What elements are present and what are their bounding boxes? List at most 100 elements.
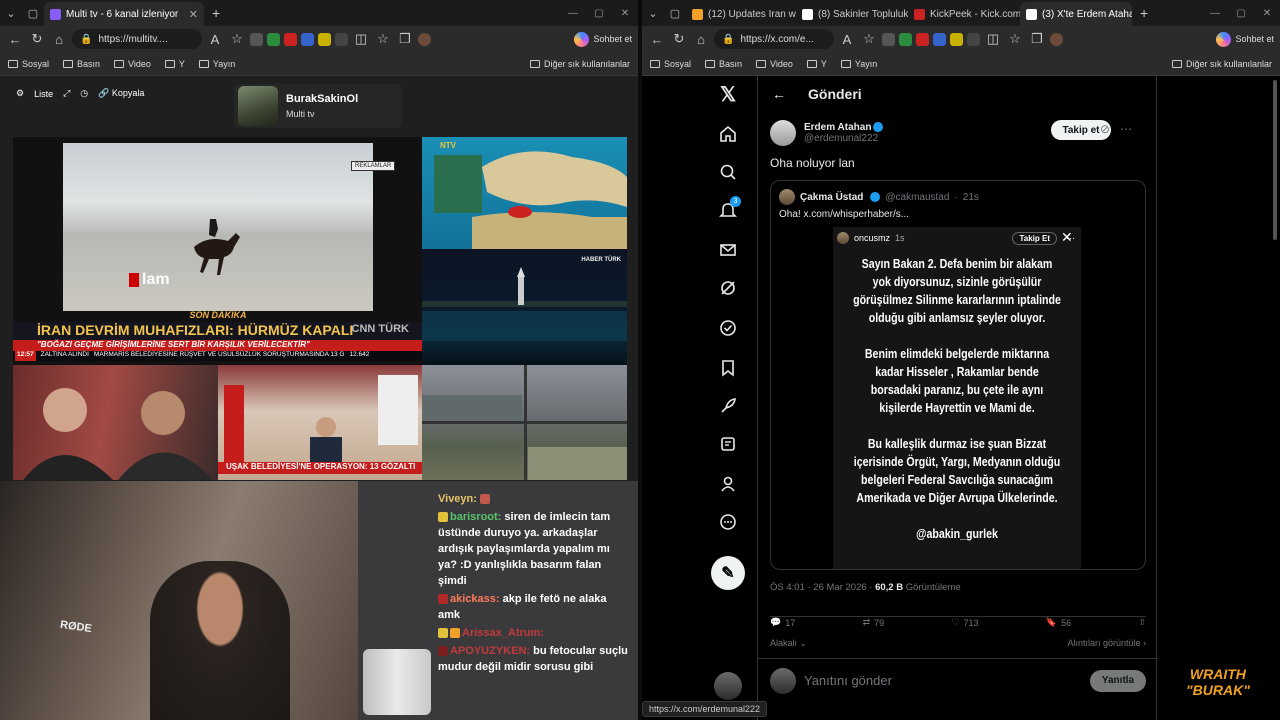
extension-icon[interactable] — [882, 32, 895, 46]
reply-input[interactable]: Yanıtını gönder — [804, 673, 1082, 688]
view-quotes-link[interactable]: Alıntıları görüntüle › — [1067, 638, 1146, 649]
bookmark-folder[interactable]: Video — [756, 59, 793, 69]
bookmark-folder[interactable]: Sosyal — [650, 59, 691, 69]
more-circle-icon[interactable] — [716, 510, 740, 534]
copy-button[interactable]: 🔗 Kopyala — [98, 88, 144, 99]
chat-username[interactable]: barisroot: — [450, 511, 501, 523]
close-window-icon[interactable]: ✕ — [612, 8, 638, 19]
workspaces-icon[interactable]: ▢ — [664, 0, 686, 26]
bookmark-folder[interactable]: Basın — [63, 59, 100, 69]
close-window-icon[interactable]: ✕ — [1254, 8, 1280, 19]
bookmark-folder[interactable]: Yayın — [840, 59, 877, 69]
video-tile-main[interactable]: REKLAMLAR lam SON DAKİKA İRAN DEVRİM MUH… — [13, 137, 423, 365]
bookmark-folder[interactable]: Video — [114, 59, 151, 69]
bookmark-folder[interactable]: Y — [164, 59, 185, 69]
split-screen-icon[interactable]: ◫ — [352, 31, 370, 47]
minimize-icon[interactable]: — — [1202, 8, 1228, 19]
tab-actions-icon[interactable]: ⌄ — [642, 0, 664, 26]
read-aloud-icon[interactable]: A — [206, 32, 224, 47]
video-tile-ntv[interactable]: NTV — [422, 137, 627, 249]
bookmark-folder[interactable]: Y — [806, 59, 827, 69]
tab-multitv[interactable]: Multi tv - 6 kanal izleniyor ✕ — [44, 2, 204, 26]
url-field[interactable]: 🔒 https://x.com/e... — [714, 29, 834, 49]
refresh-icon[interactable]: ↻ — [28, 31, 46, 47]
favorites-icon[interactable]: ☆ — [1006, 31, 1024, 47]
fullscreen-icon[interactable]: ⤢ — [63, 88, 70, 99]
profile-avatar[interactable] — [418, 32, 431, 46]
notifications-bell-icon[interactable]: 3 — [716, 196, 741, 222]
split-screen-icon[interactable]: ◫ — [984, 31, 1002, 47]
extension-icon[interactable] — [967, 32, 980, 46]
messages-envelope-icon[interactable] — [716, 238, 740, 262]
compose-post-button[interactable]: ✎ — [711, 556, 745, 590]
x-logo-icon[interactable]: 𝕏 — [716, 82, 740, 106]
list-button[interactable]: Liste — [34, 89, 53, 99]
favorite-star-icon[interactable]: ☆ — [860, 31, 878, 47]
premium-icon[interactable] — [716, 432, 740, 456]
read-aloud-icon[interactable]: A — [838, 32, 856, 47]
verified-orgs-icon[interactable] — [716, 316, 740, 340]
collections-icon[interactable]: ❒ — [396, 31, 414, 47]
bookmark-folder[interactable]: Basın — [705, 59, 742, 69]
extension-icon[interactable] — [301, 32, 314, 46]
tab-updates[interactable]: (12) Updates Iran wa✕ — [686, 2, 796, 26]
like-button[interactable]: ♡ 713 — [951, 617, 978, 628]
favorites-icon[interactable]: ☆ — [374, 31, 392, 47]
scrollbar[interactable] — [1270, 76, 1280, 246]
extension-icon[interactable] — [950, 32, 963, 46]
extension-icon[interactable] — [933, 32, 946, 46]
maximize-icon[interactable]: ▢ — [586, 8, 612, 19]
tab-kickpeek[interactable]: KickPeek - Kick.com✕ — [908, 2, 1020, 26]
profile-avatar[interactable] — [1050, 32, 1063, 46]
new-tab-button[interactable]: + — [204, 0, 228, 26]
extension-icon[interactable] — [250, 32, 263, 46]
profile-icon[interactable] — [716, 472, 740, 496]
post-author[interactable]: Erdem Atahan @erdemunal222 — [770, 120, 884, 146]
bookmark-icon[interactable] — [716, 356, 740, 380]
relevance-dropdown[interactable]: Alakalı ⌄ — [770, 638, 807, 649]
minimize-icon[interactable]: — — [560, 8, 586, 19]
chat-username[interactable]: APOYUZYKEN: — [450, 645, 530, 657]
other-favorites[interactable]: Diğer sık kullanılanlar — [529, 59, 630, 69]
scrollbar-thumb[interactable] — [1273, 80, 1277, 240]
home-icon[interactable]: ⌂ — [50, 32, 68, 47]
repost-button[interactable]: ⇄ 79 — [863, 617, 885, 628]
copilot-button[interactable]: Sohbet et — [574, 31, 632, 47]
home-icon[interactable] — [716, 122, 740, 146]
refresh-icon[interactable]: ↻ — [670, 31, 688, 47]
explore-search-icon[interactable] — [716, 160, 740, 184]
collections-icon[interactable]: ❒ — [1028, 31, 1046, 47]
extension-icon[interactable] — [916, 32, 929, 46]
bookmark-folder[interactable]: Sosyal — [8, 59, 49, 69]
share-button[interactable]: ⇧ — [1138, 617, 1146, 628]
bookmark-button[interactable]: 🔖 56 — [1046, 617, 1071, 628]
account-avatar[interactable] — [714, 672, 742, 700]
extension-icon[interactable] — [335, 32, 348, 46]
favorite-star-icon[interactable]: ☆ — [228, 31, 246, 47]
settings-gear-icon[interactable]: ⚙ — [16, 88, 24, 99]
back-icon[interactable]: ← — [6, 32, 24, 47]
bookmark-folder[interactable]: Yayın — [198, 59, 235, 69]
other-favorites[interactable]: Diğer sık kullanılanlar — [1171, 59, 1272, 69]
video-tile-interview[interactable] — [13, 365, 218, 480]
maximize-icon[interactable]: ▢ — [1228, 8, 1254, 19]
more-options-icon[interactable]: ⋯ — [1120, 122, 1132, 136]
chat-username[interactable]: Viveyn: — [438, 493, 477, 505]
tab-actions-icon[interactable]: ⌄ — [0, 0, 22, 26]
reply-submit-button[interactable]: Yanıtla — [1090, 669, 1146, 692]
grok-icon[interactable] — [716, 276, 740, 300]
avatar[interactable] — [770, 120, 796, 146]
reply-button[interactable]: 💬 17 — [770, 617, 795, 628]
new-tab-button[interactable]: + — [1132, 0, 1156, 26]
rocket-icon[interactable] — [716, 394, 740, 418]
extension-icon[interactable] — [318, 32, 331, 46]
workspaces-icon[interactable]: ▢ — [22, 0, 44, 26]
copilot-button[interactable]: Sohbet et — [1216, 31, 1274, 47]
post-time[interactable]: ÖS 4:01 · 26 Mar 2026 · — [770, 582, 872, 593]
multitv-profile-card[interactable]: BurakSakinOl Multi tv — [234, 84, 402, 128]
extension-icon[interactable] — [267, 32, 280, 46]
url-field[interactable]: 🔒 https://multitv.... — [72, 29, 202, 49]
back-arrow-icon[interactable]: ← — [772, 86, 786, 102]
back-icon[interactable]: ← — [648, 32, 666, 47]
grok-explain-icon[interactable]: ⊘ — [1100, 122, 1110, 136]
